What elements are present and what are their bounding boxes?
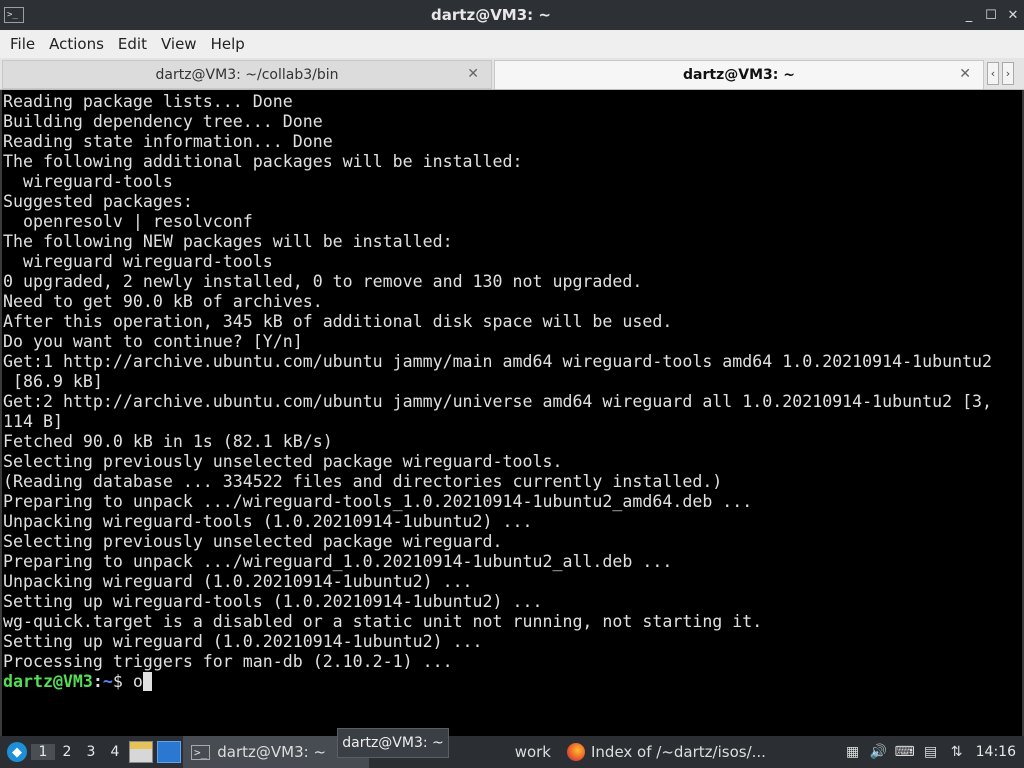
text-cursor xyxy=(142,672,152,691)
menu-file[interactable]: File xyxy=(3,35,42,53)
menu-actions[interactable]: Actions xyxy=(42,35,111,53)
tab-prev-button[interactable]: ‹ xyxy=(987,62,999,85)
firefox-icon xyxy=(567,743,585,761)
terminal-line: Get:1 http://archive.ubuntu.com/ubuntu j… xyxy=(3,352,993,371)
clipboard-icon[interactable]: ▦ xyxy=(843,742,863,762)
terminal-line: Building dependency tree... Done xyxy=(3,112,323,131)
prompt-user: dartz@VM3 xyxy=(3,672,93,691)
tab-bar: dartz@VM3: ~/collab3/bin ✕ dartz@VM3: ~ … xyxy=(0,58,1024,90)
task-label: work xyxy=(514,743,551,761)
menu-bar: File Actions Edit View Help xyxy=(0,30,1024,58)
show-desktop-icon[interactable] xyxy=(157,741,181,763)
terminal-line: Setting up wireguard-tools (1.0.20210914… xyxy=(3,592,543,611)
terminal-line: The following NEW packages will be insta… xyxy=(3,232,453,251)
taskbar: ◆ 1 2 3 4 >_ dartz@VM3: ~ work Index of … xyxy=(0,736,1024,768)
task-label: dartz@VM3: ~ xyxy=(217,743,327,761)
menu-help[interactable]: Help xyxy=(204,35,252,53)
terminal-line: Fetched 90.0 kB in 1s (82.1 kB/s) xyxy=(3,432,333,451)
close-button[interactable]: ✕ xyxy=(1002,8,1024,23)
terminal-line: Need to get 90.0 kB of archives. xyxy=(3,292,323,311)
network-icon[interactable]: ⇅ xyxy=(947,742,967,762)
task-label: Index of /~dartz/isos/... xyxy=(591,743,766,761)
terminal-icon: >_ xyxy=(4,7,24,23)
prompt-line[interactable]: dartz@VM3: ~ $ o xyxy=(3,672,1022,692)
tab-home[interactable]: dartz@VM3: ~ ✕ xyxy=(494,60,984,89)
menu-edit[interactable]: Edit xyxy=(111,35,154,53)
terminal-line: [86.9 kB] xyxy=(3,372,103,391)
terminal-line: Unpacking wireguard (1.0.20210914-1ubunt… xyxy=(3,572,473,591)
close-tab-icon[interactable]: ✕ xyxy=(467,66,479,82)
window-titlebar[interactable]: >_ dartz@VM3: ~ _ ☐ ✕ xyxy=(0,0,1024,30)
terminal-line: Preparing to unpack .../wireguard_1.0.20… xyxy=(3,552,673,571)
close-tab-icon[interactable]: ✕ xyxy=(959,66,971,82)
prompt-separator: : xyxy=(92,672,103,691)
terminal-line: Suggested packages: xyxy=(3,192,193,211)
terminal-line: Reading package lists... Done xyxy=(3,92,293,111)
terminal-line: Selecting previously unselected package … xyxy=(3,452,563,471)
terminal-icon: >_ xyxy=(191,744,211,760)
terminal-line: Unpacking wireguard-tools (1.0.20210914-… xyxy=(3,512,533,531)
desktop-1[interactable]: 1 xyxy=(31,744,55,760)
start-menu-button[interactable]: ◆ xyxy=(3,738,31,766)
taskbar-tooltip: dartz@VM3: ~ xyxy=(337,728,449,758)
volume-icon[interactable]: 🔊 xyxy=(869,742,889,762)
window-title: dartz@VM3: ~ xyxy=(431,6,551,24)
tab-collab3-bin[interactable]: dartz@VM3: ~/collab3/bin ✕ xyxy=(2,60,492,89)
terminal-output[interactable]: Reading package lists... Done Building de… xyxy=(0,90,1024,736)
terminal-line: (Reading database ... 334522 files and d… xyxy=(3,472,723,491)
minimize-button[interactable]: _ xyxy=(958,8,980,23)
terminal-line: Processing triggers for man-db (2.10.2-1… xyxy=(3,652,453,671)
terminal-line: After this operation, 345 kB of addition… xyxy=(3,312,673,331)
tab-label: dartz@VM3: ~/collab3/bin xyxy=(155,66,339,83)
notes-icon[interactable]: ▤ xyxy=(921,742,941,762)
command-input[interactable]: o xyxy=(133,672,143,692)
terminal-line: 114 B] xyxy=(3,412,63,431)
terminal-line: wireguard-tools xyxy=(3,172,173,191)
keyboard-icon[interactable]: ⌨ xyxy=(895,742,915,762)
terminal-line: The following additional packages will b… xyxy=(3,152,523,171)
terminal-line: Reading state information... Done xyxy=(3,132,333,151)
task-firefox[interactable]: Index of /~dartz/isos/... xyxy=(559,736,774,768)
maximize-button[interactable]: ☐ xyxy=(980,8,1002,23)
start-menu-icon: ◆ xyxy=(7,742,27,762)
terminal-line: wg-quick.target is a disabled or a stati… xyxy=(3,612,763,631)
desktop-2[interactable]: 2 xyxy=(55,744,79,760)
terminal-line: Do you want to continue? [Y/n] xyxy=(3,332,303,351)
tab-next-button[interactable]: › xyxy=(1002,62,1014,85)
terminal-line: Preparing to unpack .../wireguard-tools_… xyxy=(3,492,753,511)
terminal-line: Get:2 http://archive.ubuntu.com/ubuntu j… xyxy=(3,392,993,411)
tab-label: dartz@VM3: ~ xyxy=(683,67,795,83)
terminal-line: Setting up wireguard (1.0.20210914-1ubun… xyxy=(3,632,483,651)
terminal-line: 0 upgraded, 2 newly installed, 0 to remo… xyxy=(3,272,643,291)
clock[interactable]: 14:16 xyxy=(970,744,1024,760)
prompt-symbol: $ xyxy=(112,672,133,691)
prompt-path: ~ xyxy=(102,672,113,691)
terminal-line: Selecting previously unselected package … xyxy=(3,532,503,551)
terminal-line: openresolv | resolvconf xyxy=(3,212,253,231)
menu-view[interactable]: View xyxy=(154,35,204,53)
desktop-3[interactable]: 3 xyxy=(79,744,103,760)
terminal-line: wireguard wireguard-tools xyxy=(3,252,273,271)
file-manager-icon[interactable] xyxy=(129,741,153,763)
desktop-4[interactable]: 4 xyxy=(103,744,127,760)
